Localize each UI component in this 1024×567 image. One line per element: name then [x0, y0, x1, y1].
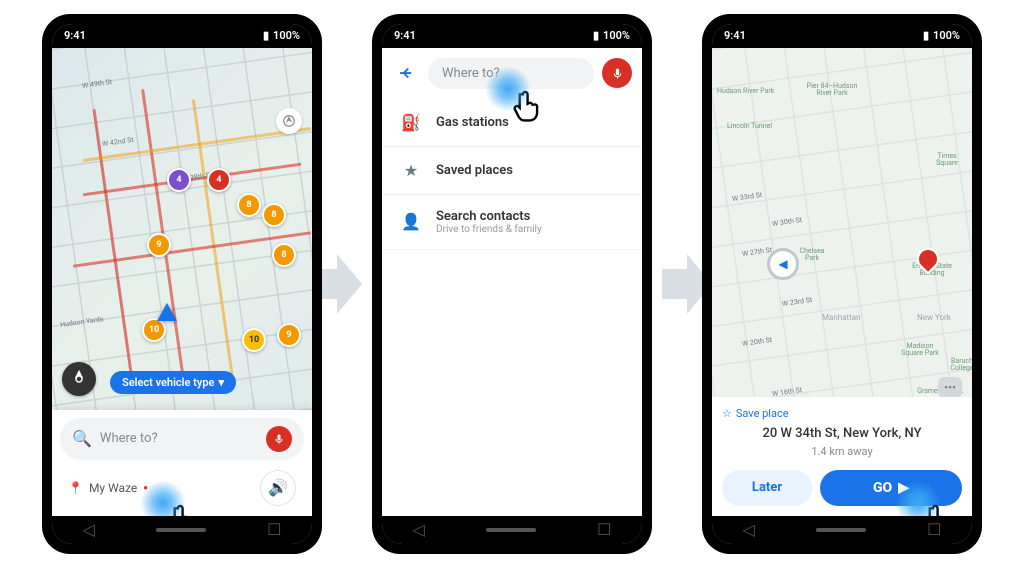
phone-2: 9:41 ▮100% Where to? ⛽ Gas stations ★ Sa… [372, 14, 652, 554]
play-icon: ▶ [898, 480, 909, 496]
traffic-pin[interactable]: 8 [237, 193, 261, 217]
save-place-button[interactable]: ☆Save place [722, 407, 962, 420]
mic-button[interactable] [602, 58, 632, 88]
traffic-pin[interactable]: 9 [147, 233, 171, 257]
pin-icon: 📍 [68, 481, 83, 495]
destination-distance: 1.4 km away [722, 445, 962, 458]
battery-icon: ▮ [593, 29, 599, 42]
vehicle-type-pill[interactable]: Select vehicle type▾ [110, 371, 236, 394]
search-bar[interactable]: 🔍 Where to? [60, 418, 304, 460]
user-location-icon [157, 303, 177, 321]
status-time: 9:41 [724, 29, 746, 42]
battery-icon: ▮ [923, 29, 929, 42]
status-bar: 9:41 ▮ 100% [52, 24, 312, 48]
search-icon: 🔍 [72, 429, 92, 448]
later-button[interactable]: Later [722, 470, 812, 506]
status-time: 9:41 [394, 29, 416, 42]
traffic-pin[interactable]: 10 [242, 328, 266, 352]
person-icon: 👤 [400, 212, 422, 231]
android-nav: ◁☐ [382, 516, 642, 544]
android-nav: ◁☐ [52, 516, 312, 544]
traffic-pin[interactable]: 8 [272, 243, 296, 267]
traffic-pin[interactable]: 9 [277, 323, 301, 347]
compass-button[interactable] [276, 108, 302, 134]
battery-icon: ▮ [263, 29, 269, 42]
bottom-panel: 🔍 Where to? 📍 My Waze ● 🔊 [52, 410, 312, 516]
search-item-saved[interactable]: ★ Saved places [382, 147, 642, 195]
traffic-pin[interactable]: 4 [167, 168, 191, 192]
star-icon: ★ [400, 161, 422, 180]
more-button[interactable]: ••• [938, 377, 962, 398]
destination-panel: ☆Save place 20 W 34th St, New York, NY 1… [712, 397, 972, 516]
chevron-down-icon: ▾ [218, 376, 224, 389]
traffic-pin[interactable]: 8 [262, 203, 286, 227]
start-location-marker: ◀ [767, 248, 799, 280]
star-icon: ☆ [722, 407, 732, 420]
android-nav: ◁☐ [712, 516, 972, 544]
go-button[interactable]: GO▶ [820, 470, 962, 506]
destination-address: 20 W 34th St, New York, NY [722, 426, 962, 441]
phone-1: 9:41 ▮100% W 49th St W 42nd St W 38th St… [42, 14, 322, 554]
sound-button[interactable]: 🔊 [260, 470, 296, 506]
traffic-pin[interactable]: 10 [142, 318, 166, 342]
traffic-pin[interactable]: 4 [207, 168, 231, 192]
back-button[interactable] [392, 59, 420, 87]
search-input[interactable]: Where to? [428, 58, 594, 89]
status-bar: 9:41 ▮100% [712, 24, 972, 48]
status-bar: 9:41 ▮100% [382, 24, 642, 48]
my-waze-button[interactable]: 📍 My Waze ● [68, 481, 148, 495]
recenter-button[interactable] [62, 362, 96, 396]
gas-pump-icon: ⛽ [400, 113, 422, 132]
search-item-gas[interactable]: ⛽ Gas stations [382, 99, 642, 147]
search-placeholder: Where to? [100, 431, 258, 446]
search-item-contacts[interactable]: 👤 Search contacts Drive to friends & fam… [382, 195, 642, 250]
status-time: 9:41 [64, 29, 86, 42]
phone-3: 9:41 ▮100% W 33rd St W 30th St W 27th St… [702, 14, 982, 554]
battery-pct: 100% [273, 29, 300, 42]
mic-button[interactable] [266, 426, 292, 452]
volume-icon: 🔊 [268, 478, 288, 497]
